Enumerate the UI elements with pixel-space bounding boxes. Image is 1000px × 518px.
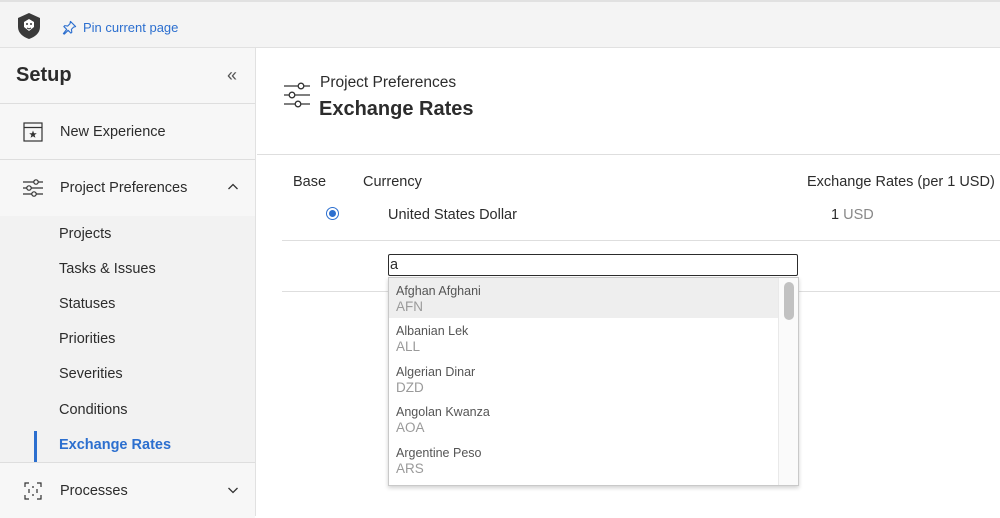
sidebar-subitem-projects[interactable]: Projects (0, 216, 255, 251)
base-currency-name: United States Dollar (388, 207, 517, 223)
column-header-exchange-rates: Exchange Rates (per 1 USD) (807, 174, 995, 190)
sidebar-item-label: New Experience (60, 123, 166, 140)
page-header: Project Preferences Exchange Rates (257, 48, 1000, 155)
currency-option-name: Algerian Dinar (396, 364, 476, 379)
sidebar-item-processes[interactable]: Processes (0, 462, 255, 518)
sliders-icon (284, 82, 310, 108)
pin-current-page-button[interactable]: Pin current page (62, 20, 178, 35)
currency-option[interactable]: Albanian Lek ALL (389, 318, 798, 358)
top-bar: Pin current page (0, 0, 1000, 48)
sidebar-subitem-tasks-issues[interactable]: Tasks & Issues (0, 251, 255, 286)
column-header-base: Base (293, 174, 327, 190)
currency-option-code: ALL (396, 339, 421, 355)
currency-option[interactable]: Angolan Kwanza AOA (389, 399, 798, 439)
page-title: Exchange Rates (319, 98, 474, 120)
sidebar-subitem-priorities[interactable]: Priorities (0, 322, 255, 357)
currency-option[interactable]: Argentine Peso ARS (389, 440, 798, 480)
main-content: Project Preferences Exchange Rates Base … (257, 48, 1000, 516)
currency-option-code: AFN (396, 299, 423, 314)
sidebar-subitem-conditions[interactable]: Conditions (0, 392, 255, 427)
sidebar: Setup « New Experience Project Preferenc… (0, 48, 256, 518)
dropdown-scrollbar[interactable] (778, 278, 798, 485)
row-divider (282, 240, 1000, 241)
base-currency-radio[interactable] (326, 207, 339, 220)
currency-option-name: Angolan Kwanza (396, 405, 490, 420)
currency-option-code: AOA (396, 420, 425, 436)
rate-unit: USD (843, 207, 874, 223)
experience-icon (22, 121, 44, 143)
currency-option-name: Argentine Peso (396, 445, 482, 460)
sidebar-title: Setup (16, 64, 72, 86)
sidebar-item-project-preferences[interactable]: Project Preferences (0, 160, 255, 216)
currency-option-name: Afghan Afghani (396, 284, 481, 298)
currency-option[interactable]: Afghan Afghani AFN (389, 278, 798, 319)
chevron-down-icon[interactable] (227, 484, 239, 496)
sidebar-subitem-statuses[interactable]: Statuses (0, 286, 255, 321)
sidebar-item-label: Project Preferences (60, 180, 188, 196)
lion-logo-icon[interactable] (16, 12, 42, 40)
pin-icon (62, 20, 77, 35)
collapse-sidebar-icon[interactable]: « (227, 65, 237, 86)
currency-search-input[interactable] (388, 254, 798, 276)
currency-dropdown[interactable]: Afghan Afghani AFN Albanian Lek ALL Alge… (388, 277, 799, 486)
breadcrumb[interactable]: Project Preferences (320, 74, 456, 92)
currency-option-name: Albanian Lek (396, 324, 469, 339)
sidebar-item-label: Processes (60, 482, 128, 499)
currency-option[interactable]: Algerian Dinar DZD (389, 359, 798, 399)
chevron-up-icon[interactable] (227, 181, 239, 193)
sidebar-header: Setup « (0, 48, 255, 104)
currency-option-code: DZD (396, 379, 424, 395)
sidebar-subitem-exchange-rates[interactable]: Exchange Rates (0, 427, 255, 463)
sliders-icon (22, 177, 44, 199)
sidebar-subitem-severities[interactable]: Severities (0, 357, 255, 392)
rate-value: 1 (831, 207, 840, 223)
processes-icon (22, 480, 44, 502)
pin-label: Pin current page (83, 20, 179, 35)
column-header-currency: Currency (363, 174, 422, 190)
currency-option-code: ARS (396, 460, 424, 476)
sidebar-item-new-experience[interactable]: New Experience (0, 104, 255, 160)
scrollbar-thumb[interactable] (784, 282, 794, 320)
base-currency-rate: 1 USD (831, 207, 874, 223)
project-preferences-submenu: Projects Tasks & Issues Statuses Priorit… (0, 216, 255, 463)
